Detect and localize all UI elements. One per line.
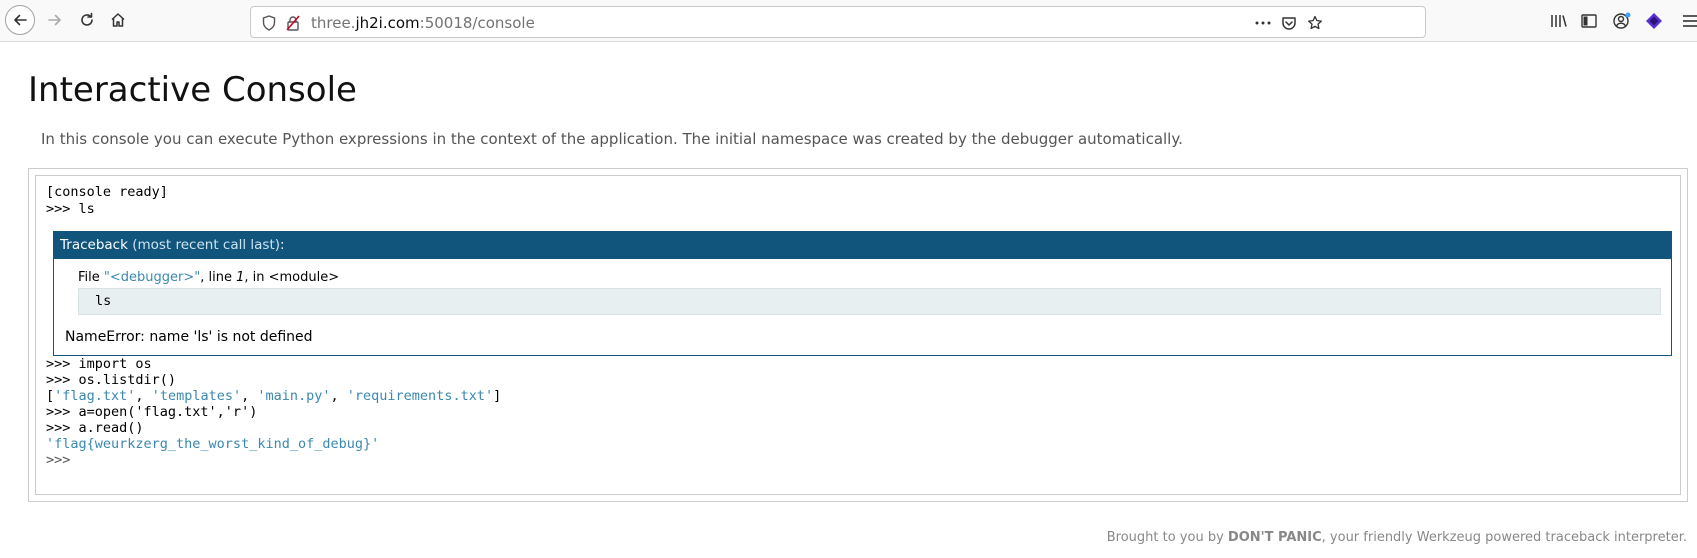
- reload-button[interactable]: [72, 5, 102, 35]
- url-bar[interactable]: three.jh2i.com:50018/console: [250, 6, 1426, 38]
- library-icon[interactable]: [1548, 10, 1570, 32]
- traceback-label: Traceback: [60, 237, 128, 253]
- console-command-line: >>> os.listdir(): [46, 372, 177, 388]
- menu-icon[interactable]: [1679, 10, 1697, 32]
- back-icon: [14, 14, 27, 26]
- star-icon[interactable]: [1305, 13, 1325, 33]
- list-separator: ,: [330, 388, 347, 404]
- console-command-line: >>> a.read(): [46, 420, 144, 436]
- forward-button[interactable]: [40, 5, 70, 35]
- url-path: :50018/console: [419, 14, 535, 32]
- console-output-line: 'flag{weurkzerg_the_worst_kind_of_debug}…: [46, 436, 380, 452]
- traceback-line-text: , line: [200, 270, 237, 285]
- reload-icon: [81, 12, 93, 26]
- console-output[interactable]: [console ready] >>> ls Traceback (most r…: [35, 175, 1681, 495]
- pocket-icon[interactable]: [1279, 13, 1299, 33]
- traceback-file-prefix: File: [78, 270, 104, 285]
- list-open-bracket: [: [46, 388, 55, 404]
- footer-prefix: Brought to you by: [1106, 530, 1228, 545]
- console-command-line: >>> import os: [46, 356, 152, 372]
- list-item-string: 'main.py': [257, 388, 331, 404]
- console-output-line: ['flag.txt', 'templates', 'main.py', 're…: [46, 388, 501, 405]
- page-description: In this console you can execute Python e…: [41, 130, 1183, 148]
- shield-icon[interactable]: [259, 13, 279, 33]
- page-footer: Brought to you by DON'T PANIC, your frie…: [1107, 530, 1687, 545]
- insecure-lock-icon[interactable]: [283, 13, 303, 33]
- list-separator: ,: [241, 388, 258, 404]
- list-item-string: 'flag.txt': [54, 388, 136, 404]
- console-command-line: >>> a=open('flag.txt','r'): [46, 404, 258, 420]
- traceback-file-line: File "<debugger>", line 1, in <module>: [78, 270, 339, 285]
- console-prompt-input[interactable]: >>>: [46, 452, 70, 469]
- home-icon: [111, 13, 125, 27]
- account-icon[interactable]: [1611, 10, 1633, 32]
- url-text[interactable]: three.jh2i.com:50018/console: [311, 14, 535, 32]
- list-close-bracket: ]: [493, 388, 502, 404]
- url-domain: jh2i.com: [355, 14, 420, 32]
- page-title: Interactive Console: [28, 70, 357, 110]
- traceback-box: Traceback (most recent call last): File …: [53, 231, 1672, 356]
- home-button[interactable]: [103, 5, 133, 35]
- list-item-string: 'templates': [151, 388, 242, 404]
- list-separator: ,: [135, 388, 152, 404]
- footer-suffix: , your friendly Werkzeug powered traceba…: [1321, 530, 1687, 545]
- console-command-line: >>> ls: [46, 201, 95, 217]
- list-item-string: 'requirements.txt': [346, 388, 494, 404]
- sidebar-icon[interactable]: [1578, 10, 1600, 32]
- more-icon[interactable]: [1253, 13, 1273, 33]
- browser-toolbar: three.jh2i.com:50018/console: [0, 0, 1697, 42]
- back-button[interactable]: [5, 5, 35, 35]
- url-prefix: three.: [311, 14, 356, 32]
- traceback-colon: :: [280, 237, 285, 253]
- traceback-error-message: NameError: name 'ls' is not defined: [65, 329, 313, 345]
- console-ready-line: [console ready]: [46, 184, 168, 200]
- traceback-source-code[interactable]: ls: [78, 288, 1661, 315]
- console-frame: [console ready] >>> ls Traceback (most r…: [28, 168, 1688, 502]
- traceback-file-name: "<debugger>": [103, 270, 201, 285]
- extension-icon[interactable]: [1643, 10, 1665, 32]
- traceback-note: (most recent call last): [132, 237, 281, 253]
- forward-icon: [48, 14, 61, 26]
- traceback-module: , in <module>: [244, 270, 340, 285]
- footer-brand: DON'T PANIC: [1227, 530, 1322, 545]
- traceback-header[interactable]: Traceback (most recent call last):: [54, 232, 1671, 259]
